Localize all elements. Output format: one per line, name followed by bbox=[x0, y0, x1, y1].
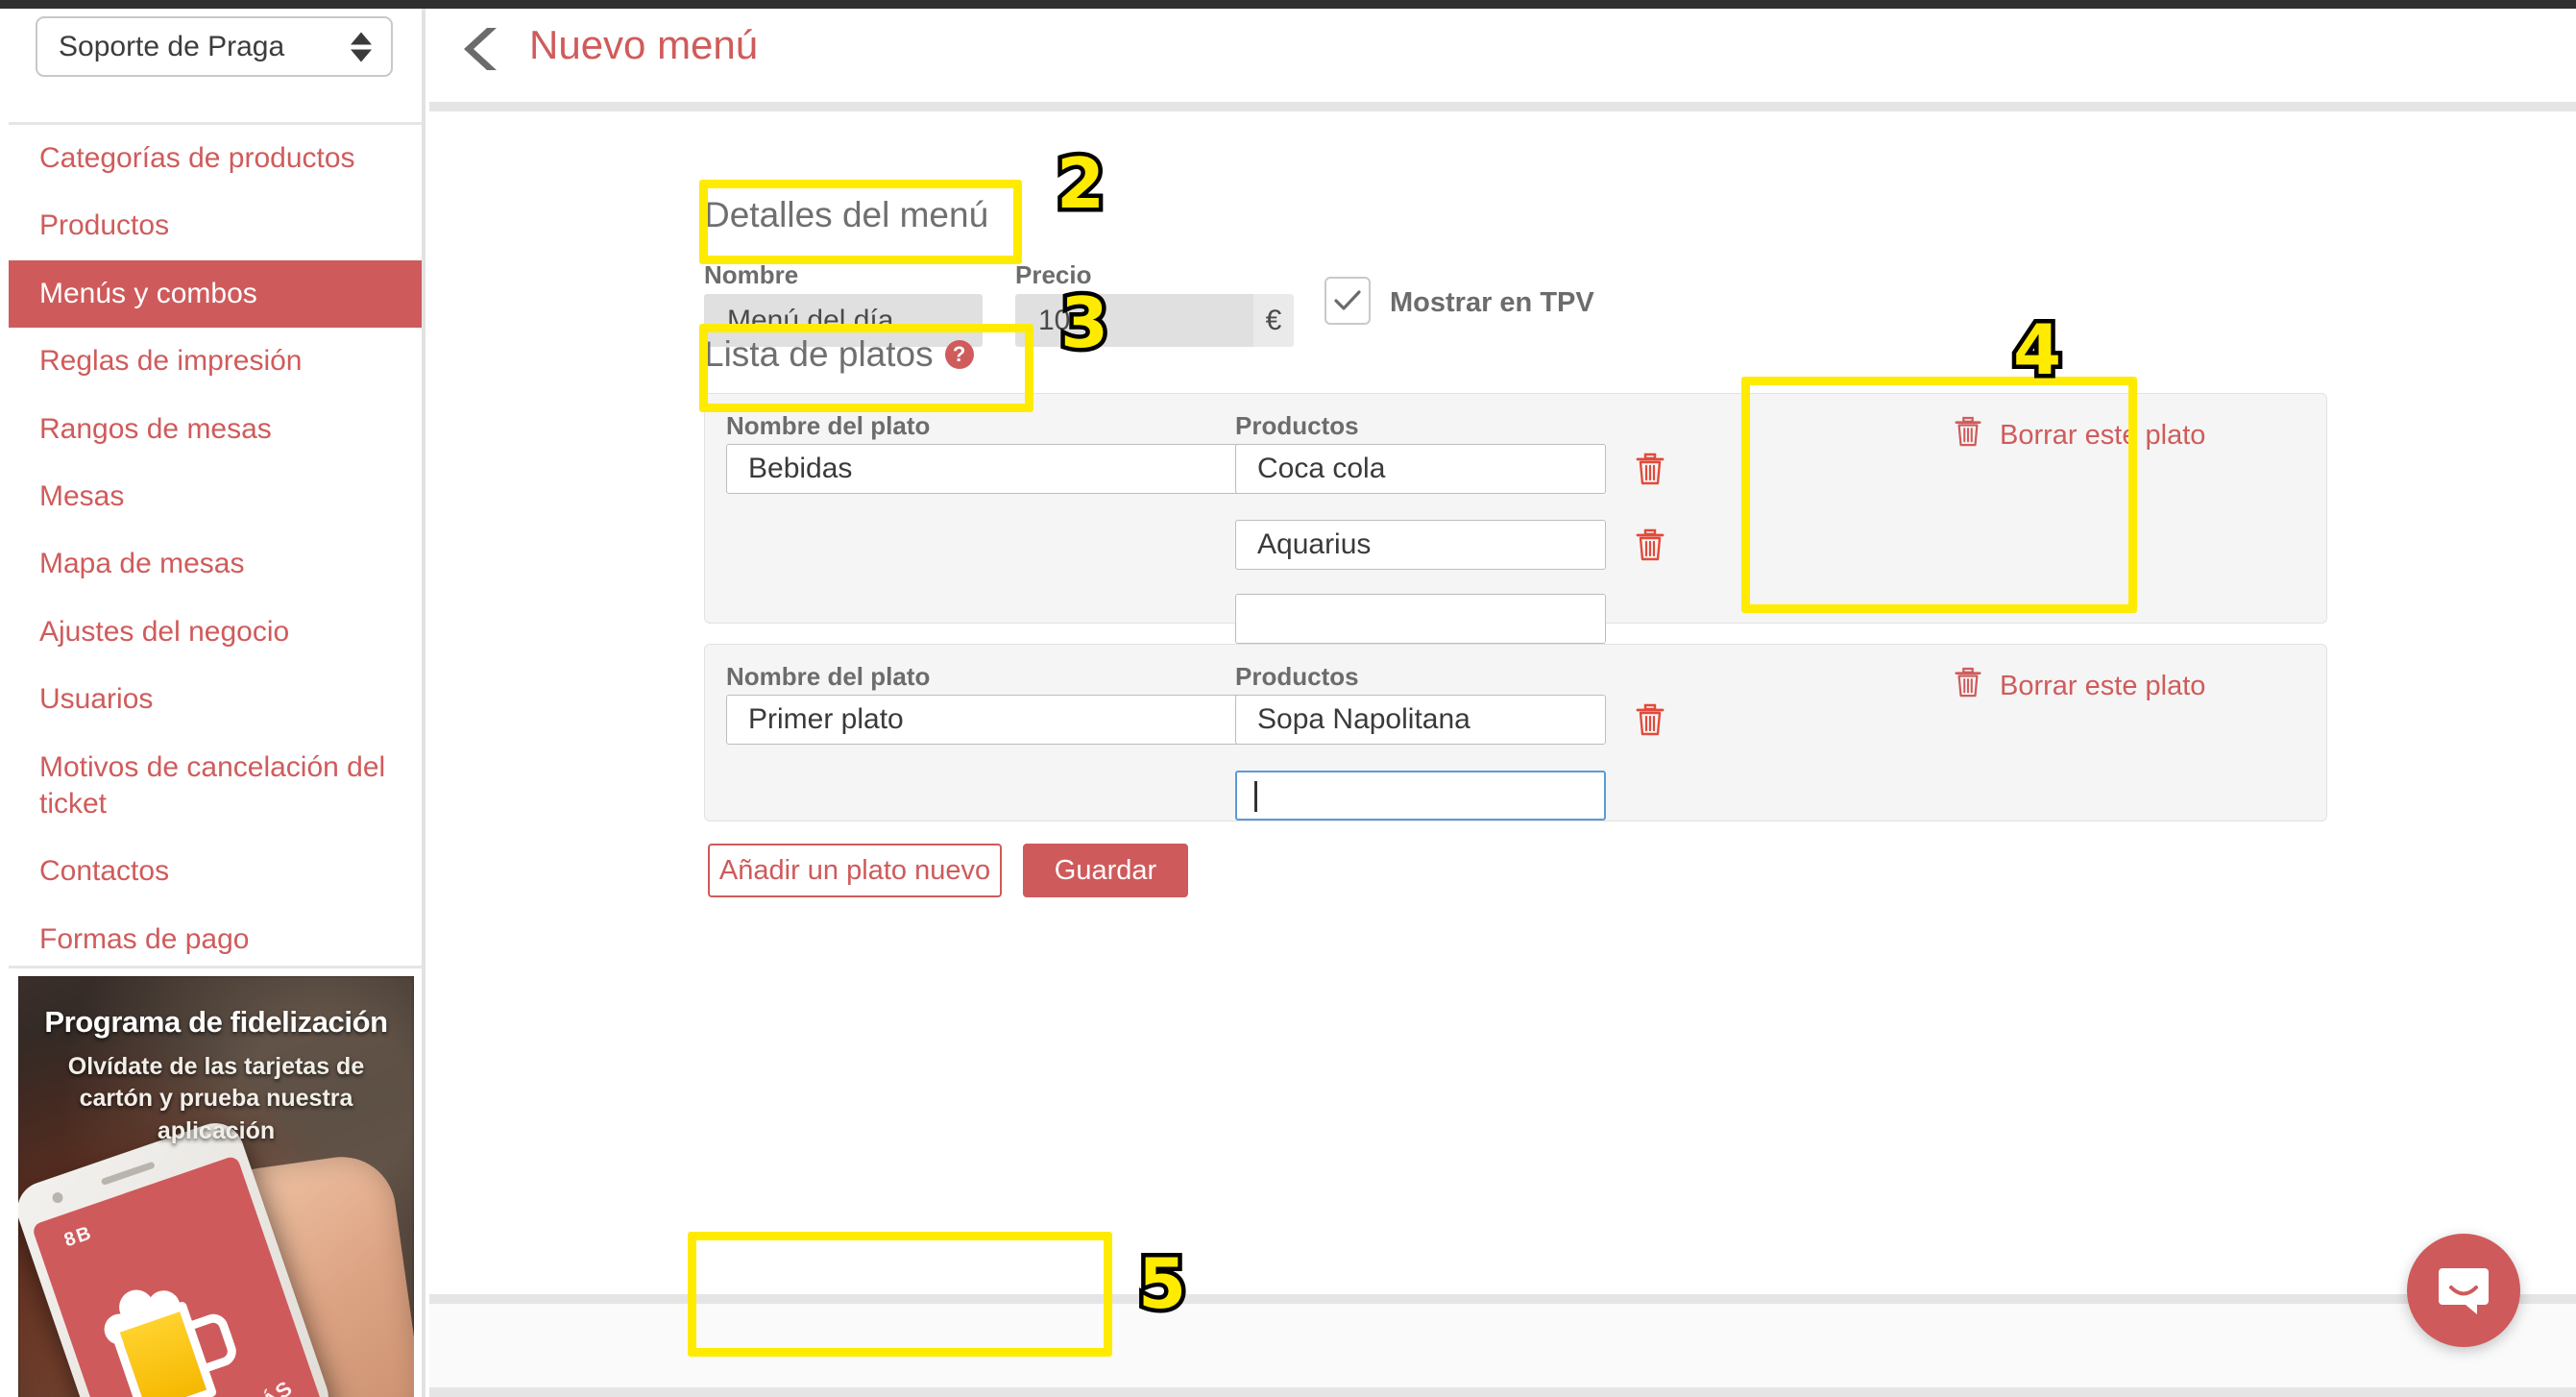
main-area: Nuevo menú Detalles del menú Nombre Menú… bbox=[429, 9, 2576, 1397]
nombre-del-plato-label: Nombre del plato bbox=[726, 411, 931, 440]
lista-de-platos-text: Lista de platos bbox=[704, 334, 934, 374]
borrar-este-plato-link[interactable]: Borrar este plato bbox=[1954, 666, 2205, 706]
detalles-del-menu-heading: Detalles del menú bbox=[704, 195, 988, 235]
chat-bubble-smile-icon[interactable] bbox=[2407, 1234, 2520, 1347]
window-top-strip bbox=[0, 0, 2576, 9]
beer-mug-icon bbox=[89, 1252, 255, 1397]
mostrar-en-tpv-label: Mostrar en TPV bbox=[1390, 287, 1594, 318]
borrar-este-plato-label: Borrar este plato bbox=[2000, 670, 2206, 701]
product-input[interactable]: Aquarius bbox=[1235, 520, 1606, 570]
sidebar-item-menus-y-combos[interactable]: Menús y combos bbox=[9, 259, 422, 329]
sidebar-item-motivos-de-cancelacion-del-ticket[interactable]: Motivos de cancelación del ticket bbox=[9, 734, 422, 839]
page-header: Nuevo menú bbox=[429, 9, 2576, 102]
trash-icon bbox=[1954, 666, 1982, 706]
precio-input[interactable]: 10 bbox=[1015, 294, 1263, 347]
window-bottom-edge bbox=[429, 1387, 2576, 1397]
product-input[interactable]: Sopa Napolitana bbox=[1235, 695, 1606, 745]
sidebar-item-ajustes-del-negocio[interactable]: Ajustes del negocio bbox=[9, 599, 422, 666]
add-new-dish-button[interactable]: Añadir un plato nuevo bbox=[708, 844, 1002, 897]
loyalty-promo-banner[interactable]: 8B A NÁS Programa de fidelización Olvída… bbox=[18, 976, 414, 1397]
currency-suffix: € bbox=[1253, 294, 1294, 347]
content-bottom-edge bbox=[429, 1294, 2576, 1304]
sidebar-item-mapa-de-mesas[interactable]: Mapa de mesas bbox=[9, 530, 422, 598]
business-select-value: Soporte de Praga bbox=[59, 31, 285, 62]
phone-camera-icon bbox=[51, 1190, 64, 1205]
product-input[interactable]: Coca cola bbox=[1235, 444, 1606, 494]
precio-label: Precio bbox=[1015, 260, 1092, 289]
sidebar-nav: Categorías de productos Productos Menús … bbox=[9, 125, 422, 973]
promo-title: Programa de fidelización bbox=[44, 1005, 388, 1039]
productos-label: Productos bbox=[1235, 662, 1359, 691]
sidebar-bottom-divider bbox=[9, 966, 422, 968]
sidebar-item-contactos[interactable]: Contactos bbox=[9, 838, 422, 905]
sidebar-item-productos[interactable]: Productos bbox=[9, 192, 422, 259]
dish-card: Nombre del plato Bebidas Productos Coca … bbox=[704, 393, 2327, 644]
nombre-del-plato-label: Nombre del plato bbox=[726, 662, 931, 691]
help-question-icon[interactable]: ? bbox=[944, 340, 974, 369]
text-caret bbox=[1254, 781, 1257, 812]
chevron-left-icon[interactable] bbox=[458, 22, 508, 76]
save-button[interactable]: Guardar bbox=[1023, 844, 1188, 897]
nombre-label: Nombre bbox=[704, 260, 799, 289]
product-input-empty[interactable] bbox=[1235, 594, 1606, 644]
productos-label: Productos bbox=[1235, 411, 1359, 440]
business-select-control[interactable]: Soporte de Praga bbox=[36, 16, 393, 77]
product-input-focused[interactable] bbox=[1235, 771, 1606, 821]
borrar-este-plato-label: Borrar este plato bbox=[2000, 419, 2206, 451]
phone-speaker-icon bbox=[100, 1161, 156, 1187]
app-root: Soporte de Praga Categorías de productos… bbox=[0, 0, 2576, 1397]
sidebar-item-reglas-de-impresion[interactable]: Reglas de impresión bbox=[9, 328, 422, 395]
updown-arrows-icon bbox=[351, 32, 372, 61]
header-divider bbox=[429, 102, 2576, 111]
detalles-del-menu-text: Detalles del menú bbox=[704, 195, 989, 234]
trash-icon bbox=[1954, 415, 1982, 455]
page-title: Nuevo menú bbox=[529, 22, 759, 67]
promo-subtitle: Olvídate de las tarjetas de cartón y pru… bbox=[67, 1053, 365, 1144]
lista-de-platos-heading: Lista de platos ? bbox=[704, 334, 974, 375]
check-icon bbox=[1334, 290, 1361, 310]
trash-icon[interactable] bbox=[1635, 452, 1665, 491]
sidebar-item-usuarios[interactable]: Usuarios bbox=[9, 666, 422, 733]
app-logo: 8B bbox=[61, 1221, 96, 1252]
sidebar-item-formas-de-pago[interactable]: Formas de pago bbox=[9, 906, 422, 973]
sidebar: Soporte de Praga Categorías de productos… bbox=[0, 9, 425, 1397]
business-selector[interactable]: Soporte de Praga bbox=[36, 16, 393, 77]
sidebar-item-rangos-de-mesas[interactable]: Rangos de mesas bbox=[9, 396, 422, 463]
sidebar-item-categorias-de-productos[interactable]: Categorías de productos bbox=[9, 125, 422, 192]
trash-icon[interactable] bbox=[1635, 527, 1665, 567]
dish-card: Nombre del plato Primer plato Productos … bbox=[704, 644, 2327, 821]
sidebar-item-mesas[interactable]: Mesas bbox=[9, 463, 422, 530]
trash-icon[interactable] bbox=[1635, 702, 1665, 742]
borrar-este-plato-link[interactable]: Borrar este plato bbox=[1954, 415, 2205, 455]
mostrar-en-tpv-checkbox[interactable] bbox=[1324, 277, 1371, 325]
content-panel: Detalles del menú Nombre Menú del día Pr… bbox=[429, 111, 2576, 1294]
